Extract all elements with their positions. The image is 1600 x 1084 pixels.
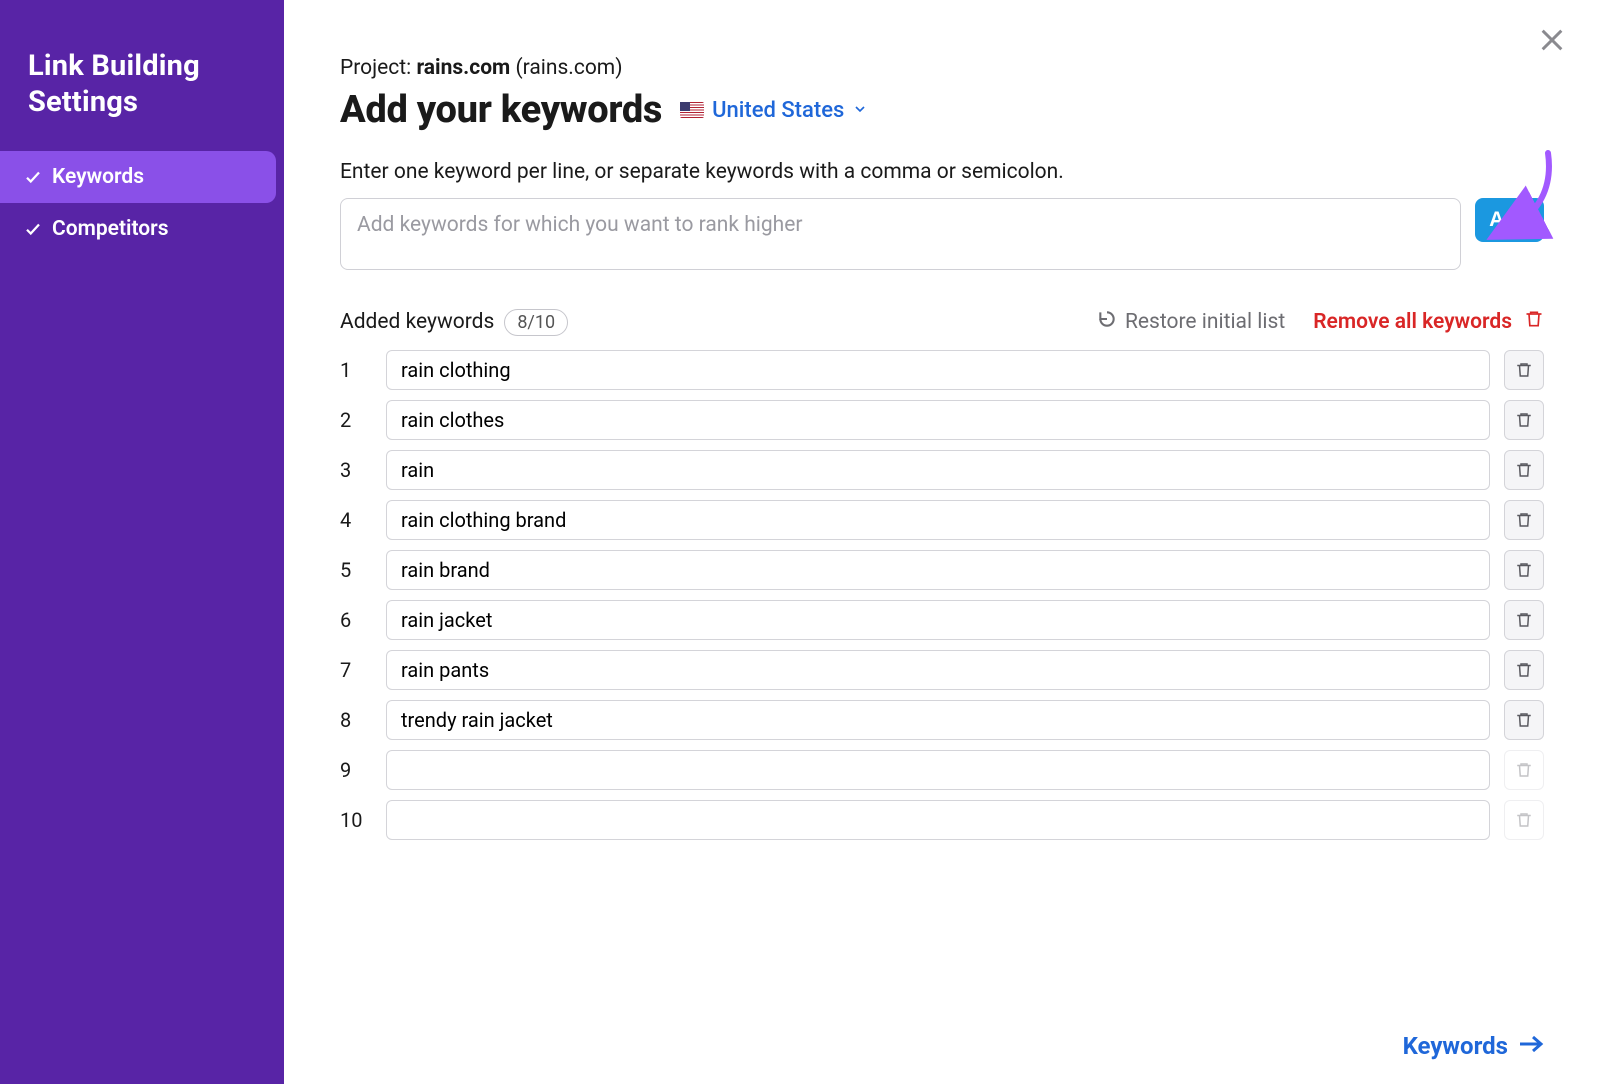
keyword-row: 6	[340, 600, 1544, 640]
sidebar-item-label: Keywords	[52, 165, 144, 189]
project-name: rains.com	[416, 56, 510, 80]
trash-icon	[1515, 560, 1533, 580]
delete-keyword-button[interactable]	[1504, 650, 1544, 690]
keyword-row: 9	[340, 750, 1544, 790]
delete-keyword-button[interactable]	[1504, 700, 1544, 740]
keyword-field[interactable]	[386, 400, 1490, 440]
restore-label: Restore initial list	[1125, 310, 1285, 334]
keyword-field[interactable]	[386, 550, 1490, 590]
delete-keyword-button[interactable]	[1504, 600, 1544, 640]
trash-icon	[1515, 810, 1533, 830]
undo-icon	[1097, 309, 1117, 335]
row-number: 10	[340, 808, 372, 832]
keyword-field[interactable]	[386, 350, 1490, 390]
keyword-rows: 1 2 3 4 5 6 7 8 9 10	[340, 350, 1544, 840]
keyword-row: 8	[340, 700, 1544, 740]
sidebar-item-competitors[interactable]: Competitors	[0, 203, 284, 255]
added-count-pill: 8/10	[504, 309, 568, 336]
row-number: 2	[340, 408, 372, 432]
row-number: 8	[340, 708, 372, 732]
trash-icon	[1515, 660, 1533, 680]
instructions-text: Enter one keyword per line, or separate …	[340, 160, 1544, 184]
delete-keyword-button	[1504, 750, 1544, 790]
delete-keyword-button[interactable]	[1504, 350, 1544, 390]
footer-next-label: Keywords	[1403, 1032, 1508, 1060]
page-title: Add your keywords	[340, 88, 662, 132]
sidebar-title: Link Building Settings	[0, 48, 284, 151]
main-content: Project: rains.com (rains.com) Add your …	[284, 0, 1600, 1084]
remove-all-keywords[interactable]: Remove all keywords	[1313, 308, 1544, 336]
keyword-row: 2	[340, 400, 1544, 440]
keyword-field[interactable]	[386, 750, 1490, 790]
chevron-down-icon	[852, 98, 868, 123]
trash-icon	[1515, 460, 1533, 480]
trash-icon	[1515, 410, 1533, 430]
delete-keyword-button[interactable]	[1504, 500, 1544, 540]
row-number: 9	[340, 758, 372, 782]
delete-keyword-button[interactable]	[1504, 550, 1544, 590]
keyword-field[interactable]	[386, 700, 1490, 740]
row-number: 6	[340, 608, 372, 632]
keyword-row: 1	[340, 350, 1544, 390]
keyword-field[interactable]	[386, 650, 1490, 690]
footer-next-link[interactable]: Keywords	[1403, 1032, 1544, 1060]
added-keywords-label: Added keywords	[340, 310, 494, 334]
keyword-field[interactable]	[386, 800, 1490, 840]
delete-keyword-button[interactable]	[1504, 400, 1544, 440]
trash-icon	[1515, 710, 1533, 730]
keyword-row: 4	[340, 500, 1544, 540]
restore-initial-list[interactable]: Restore initial list	[1097, 309, 1285, 335]
project-line: Project: rains.com (rains.com)	[340, 56, 1544, 80]
trash-icon	[1515, 510, 1533, 530]
project-domain: (rains.com)	[510, 56, 622, 80]
trash-icon	[1515, 760, 1533, 780]
sidebar-item-label: Competitors	[52, 217, 169, 241]
check-icon	[24, 220, 42, 238]
trash-icon	[1515, 360, 1533, 380]
keyword-row: 3	[340, 450, 1544, 490]
keywords-input[interactable]	[340, 198, 1461, 270]
row-number: 7	[340, 658, 372, 682]
row-number: 3	[340, 458, 372, 482]
remove-all-label: Remove all keywords	[1313, 310, 1512, 334]
trash-icon	[1524, 308, 1544, 336]
sidebar: Link Building Settings Keywords Competit…	[0, 0, 284, 1084]
keyword-field[interactable]	[386, 500, 1490, 540]
trash-icon	[1515, 610, 1533, 630]
delete-keyword-button	[1504, 800, 1544, 840]
flag-us-icon	[680, 102, 704, 118]
arrow-right-icon	[1518, 1032, 1544, 1060]
keyword-field[interactable]	[386, 450, 1490, 490]
keyword-row: 10	[340, 800, 1544, 840]
delete-keyword-button[interactable]	[1504, 450, 1544, 490]
row-number: 5	[340, 558, 372, 582]
keyword-field[interactable]	[386, 600, 1490, 640]
row-number: 4	[340, 508, 372, 532]
row-number: 1	[340, 358, 372, 382]
locale-label: United States	[712, 98, 844, 123]
keyword-row: 5	[340, 550, 1544, 590]
close-button[interactable]	[1532, 20, 1572, 60]
project-label: Project:	[340, 56, 416, 80]
check-icon	[24, 168, 42, 186]
sidebar-item-keywords[interactable]: Keywords	[0, 151, 276, 203]
keyword-row: 7	[340, 650, 1544, 690]
add-button[interactable]: Add	[1475, 198, 1544, 242]
locale-selector[interactable]: United States	[680, 98, 868, 123]
